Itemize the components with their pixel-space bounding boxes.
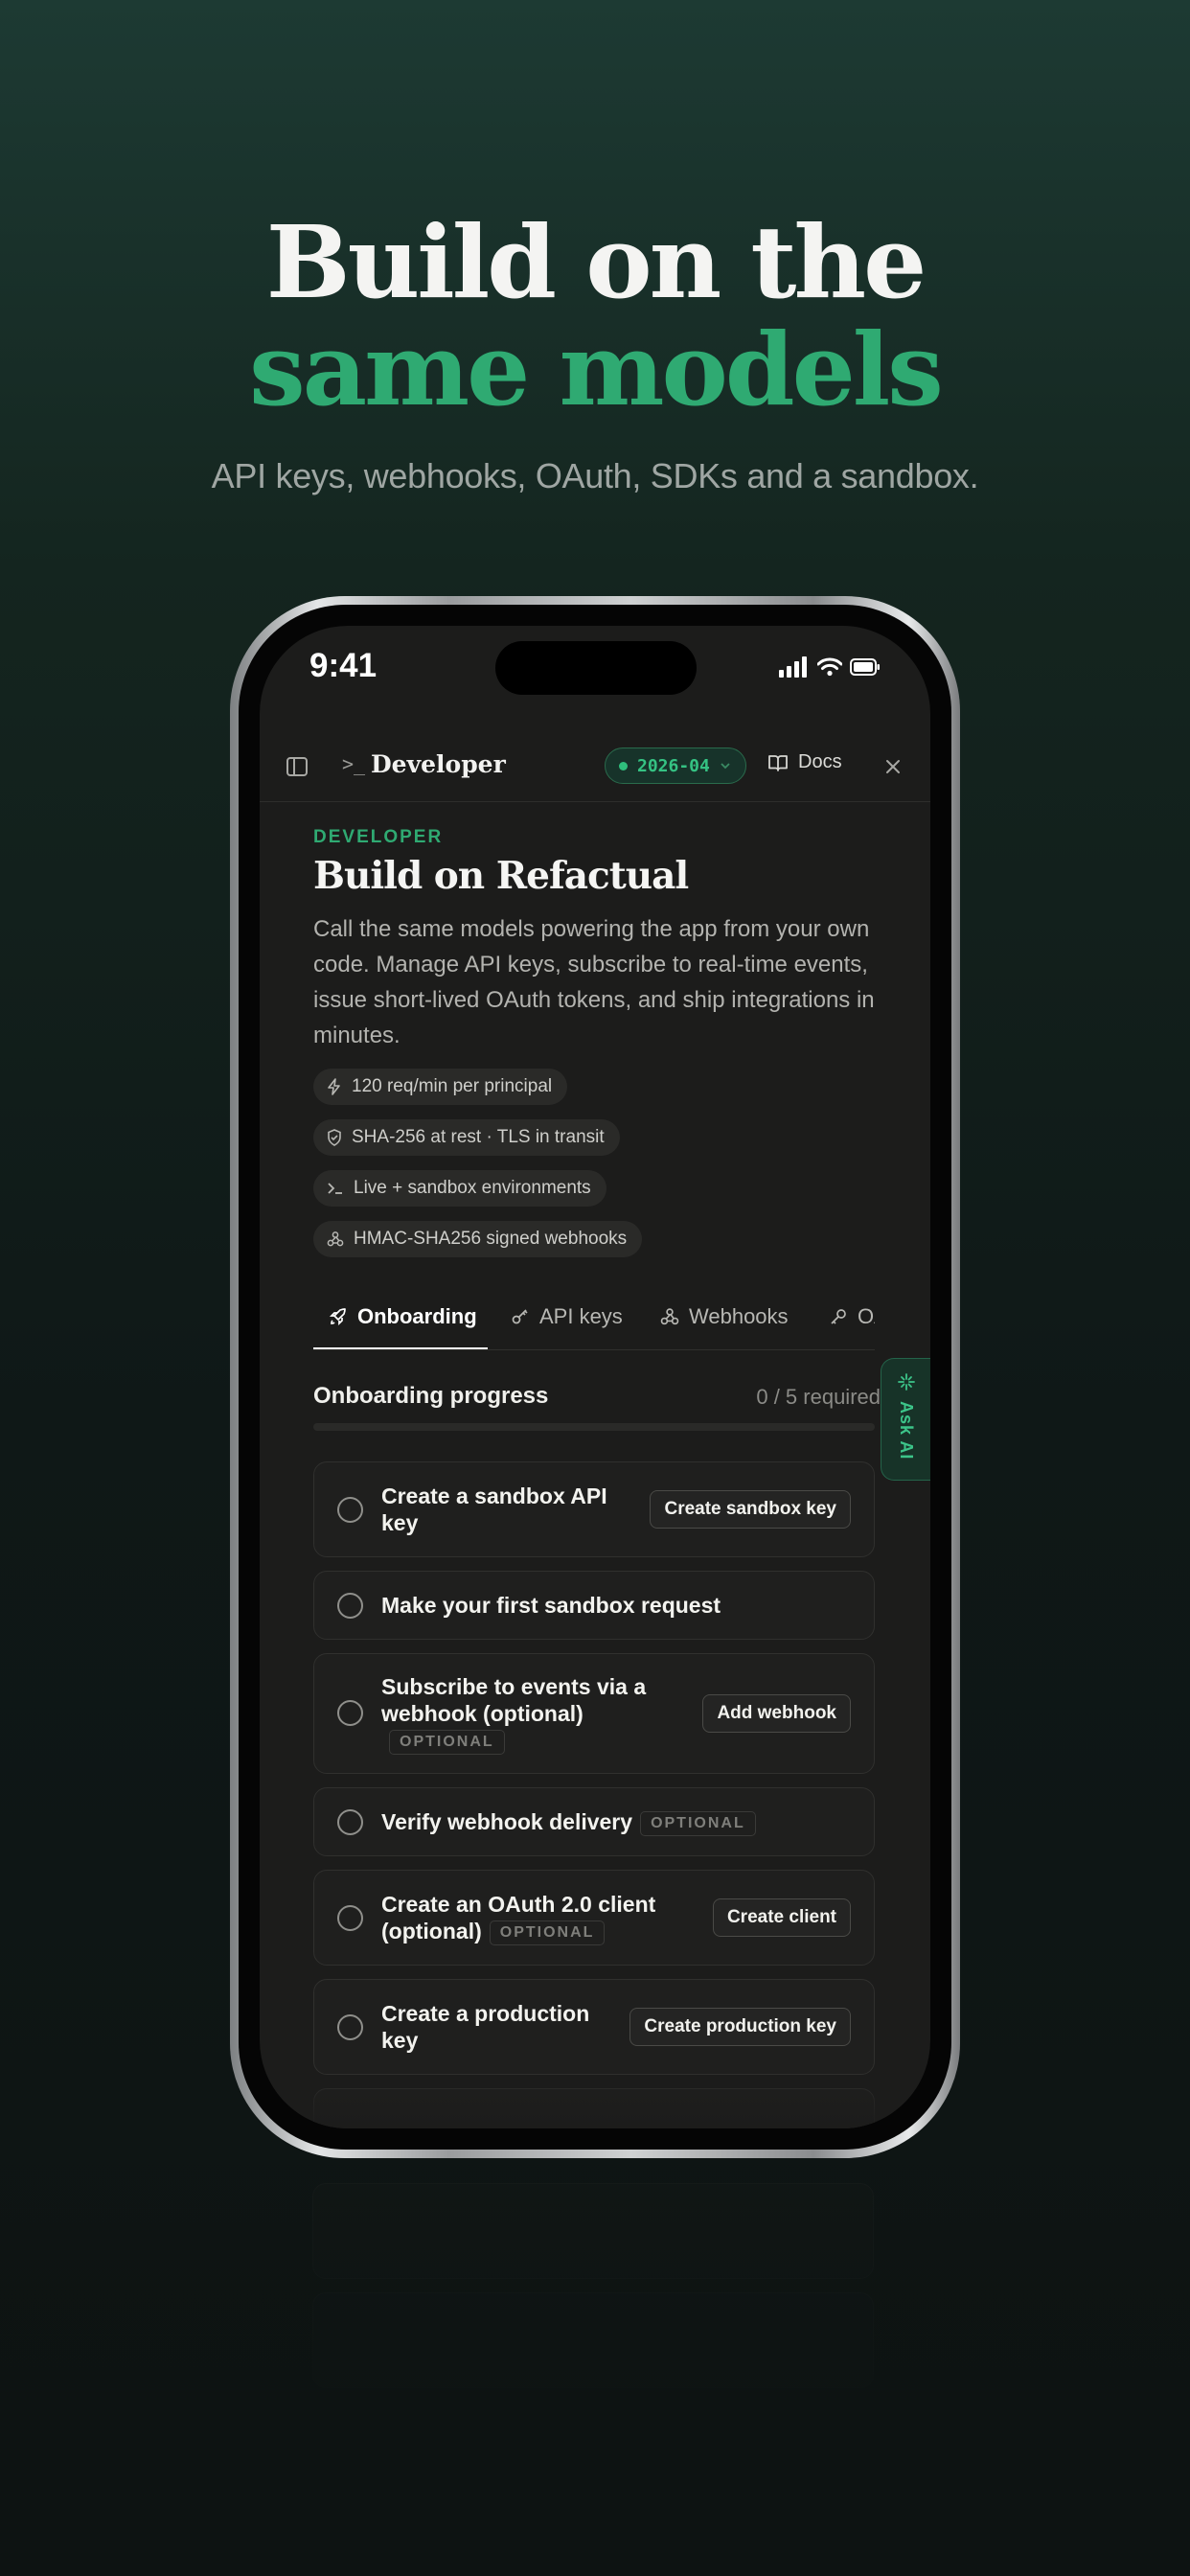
sparkle-icon (897, 1373, 915, 1391)
feature-pill: Live + sandbox environments (313, 1170, 606, 1207)
status-dot (619, 761, 628, 770)
tab-label: API keys (539, 1304, 623, 1328)
tab-bar: Onboarding API keys Webhooks OAuth (313, 1291, 875, 1350)
optional-tag: OPTIONAL (489, 1920, 606, 1945)
step-title-text: Subscribe to events via a webhook (optio… (381, 1674, 647, 1726)
close-icon[interactable] (881, 754, 905, 779)
status-time: 9:41 (309, 647, 378, 684)
step-title: Create a production key (381, 2001, 590, 2053)
step-checkbox[interactable] (337, 1809, 363, 1835)
hero-headline: Build on the same models (0, 209, 1190, 424)
page-content: DEVELOPER Build on Refactual Call the sa… (313, 827, 875, 1272)
hero-line-1: Build on the (265, 203, 927, 321)
bottom-fade (260, 2071, 930, 2128)
feature-pill-label: SHA-256 at rest · TLS in transit (352, 1127, 605, 1147)
shield-icon (328, 1129, 341, 1146)
add-webhook-button[interactable]: Add webhook (702, 1694, 851, 1733)
feature-pill-label: HMAC-SHA256 signed webhooks (354, 1229, 628, 1249)
feature-pill: SHA-256 at rest · TLS in transit (313, 1119, 620, 1156)
page-description: Call the same models powering the app fr… (313, 916, 875, 1048)
battery-icon (850, 658, 880, 676)
step-checkbox[interactable] (337, 1593, 363, 1619)
step-checkbox[interactable] (337, 1905, 363, 1931)
hero-subtitle: API keys, webhooks, OAuth, SDKs and a sa… (211, 456, 979, 495)
tab-label: OAuth (858, 1304, 875, 1328)
tab-label: Webhooks (689, 1304, 789, 1328)
progress-count: 0 / 5 required (756, 1385, 881, 1409)
step-title: Make your first sandbox request (381, 1593, 721, 1618)
topbar-title: Developer (371, 750, 506, 778)
create-client-button[interactable]: Create client (712, 1898, 851, 1937)
step-card: Subscribe to events via a webhook (optio… (313, 1653, 875, 1774)
step-title-text: Verify webhook delivery (381, 1809, 633, 1834)
api-version-label: 2026-04 (637, 755, 710, 776)
tab-label: Onboarding (357, 1304, 477, 1328)
top-bar: >_ Developer 2026-04 Docs (260, 731, 930, 802)
optional-tag: OPTIONAL (640, 1810, 756, 1836)
rocket-icon (329, 1308, 346, 1326)
ask-ai-button[interactable]: Ask AI (881, 1358, 930, 1481)
step-checkbox[interactable] (337, 2014, 363, 2040)
feature-pill: 120 req/min per principal (313, 1069, 568, 1105)
step-checkbox[interactable] (337, 1497, 363, 1523)
dynamic-island (495, 641, 697, 695)
webhook-icon (327, 1231, 344, 1247)
phone-screen: 9:41 >_ Developer 2026-04 Docs DEVELOPER… (260, 626, 930, 2128)
key-icon (512, 1309, 528, 1324)
create-production-key-button[interactable]: Create production key (629, 2008, 851, 2046)
step-card: Verify webhook delivery OPTIONAL (313, 1787, 875, 1856)
api-version-selector[interactable]: 2026-04 (605, 748, 746, 784)
create-sandbox-key-button[interactable]: Create sandbox key (650, 1490, 851, 1529)
step-card: Create a sandbox API key Create sandbox … (313, 1461, 875, 1557)
hero-line-2: same models (249, 310, 944, 428)
step-checkbox[interactable] (337, 1700, 363, 1726)
page-eyebrow: DEVELOPER (313, 827, 444, 847)
signal-icon (779, 656, 807, 678)
terminal-icon (328, 1183, 342, 1194)
lightning-icon (328, 1078, 340, 1095)
tab-webhooks[interactable]: Webhooks (660, 1304, 789, 1329)
feature-pills: 120 req/min per principal SHA-256 at res… (313, 1069, 875, 1272)
docs-label: Docs (798, 751, 842, 772)
feature-pill-label: 120 req/min per principal (352, 1076, 553, 1096)
tab-onboarding[interactable]: Onboarding (329, 1304, 477, 1329)
optional-tag: OPTIONAL (389, 1729, 505, 1755)
terminal-prompt-icon: >_ (342, 752, 366, 775)
phone-frame: 9:41 >_ Developer 2026-04 Docs DEVELOPER… (230, 596, 960, 2158)
ask-ai-label: Ask AI (897, 1401, 916, 1460)
step-card: Create an OAuth 2.0 client (optional) OPT… (313, 1870, 875, 1966)
step-title: Verify webhook delivery OPTIONAL (381, 1808, 860, 1836)
page-title: Build on Refactual (313, 854, 689, 898)
step-card: Create a production key Create productio… (313, 1979, 875, 2075)
progress-bar (313, 1423, 875, 1431)
webhook-icon (660, 1308, 679, 1325)
step-title: Subscribe to events via a webhook (optio… (381, 1673, 669, 1755)
active-tab-indicator (313, 1347, 488, 1349)
hero: Build on the same models API keys, webho… (0, 209, 1190, 496)
wifi-icon (817, 657, 842, 677)
step-title: Create a sandbox API key (381, 1484, 607, 1535)
key-icon (831, 1309, 846, 1324)
chevron-down-icon (721, 763, 730, 770)
step-title: Create an OAuth 2.0 client (optional) OPT… (381, 1891, 669, 1945)
status-bar: 9:41 (260, 626, 930, 741)
step-card: Make your first sandbox request (313, 1571, 875, 1640)
feature-pill: HMAC-SHA256 signed webhooks (313, 1221, 643, 1257)
book-icon (768, 754, 788, 771)
onboarding-progress-header: Onboarding progress 0 / 5 required (313, 1383, 881, 1410)
reflection-fade (0, 2158, 1190, 2576)
feature-pill-label: Live + sandbox environments (354, 1178, 591, 1198)
docs-button[interactable]: Docs (767, 751, 842, 773)
sidebar-toggle-icon[interactable] (285, 754, 309, 779)
tab-api-keys[interactable]: API keys (511, 1304, 623, 1329)
tab-oauth[interactable]: OAuth (829, 1304, 875, 1329)
